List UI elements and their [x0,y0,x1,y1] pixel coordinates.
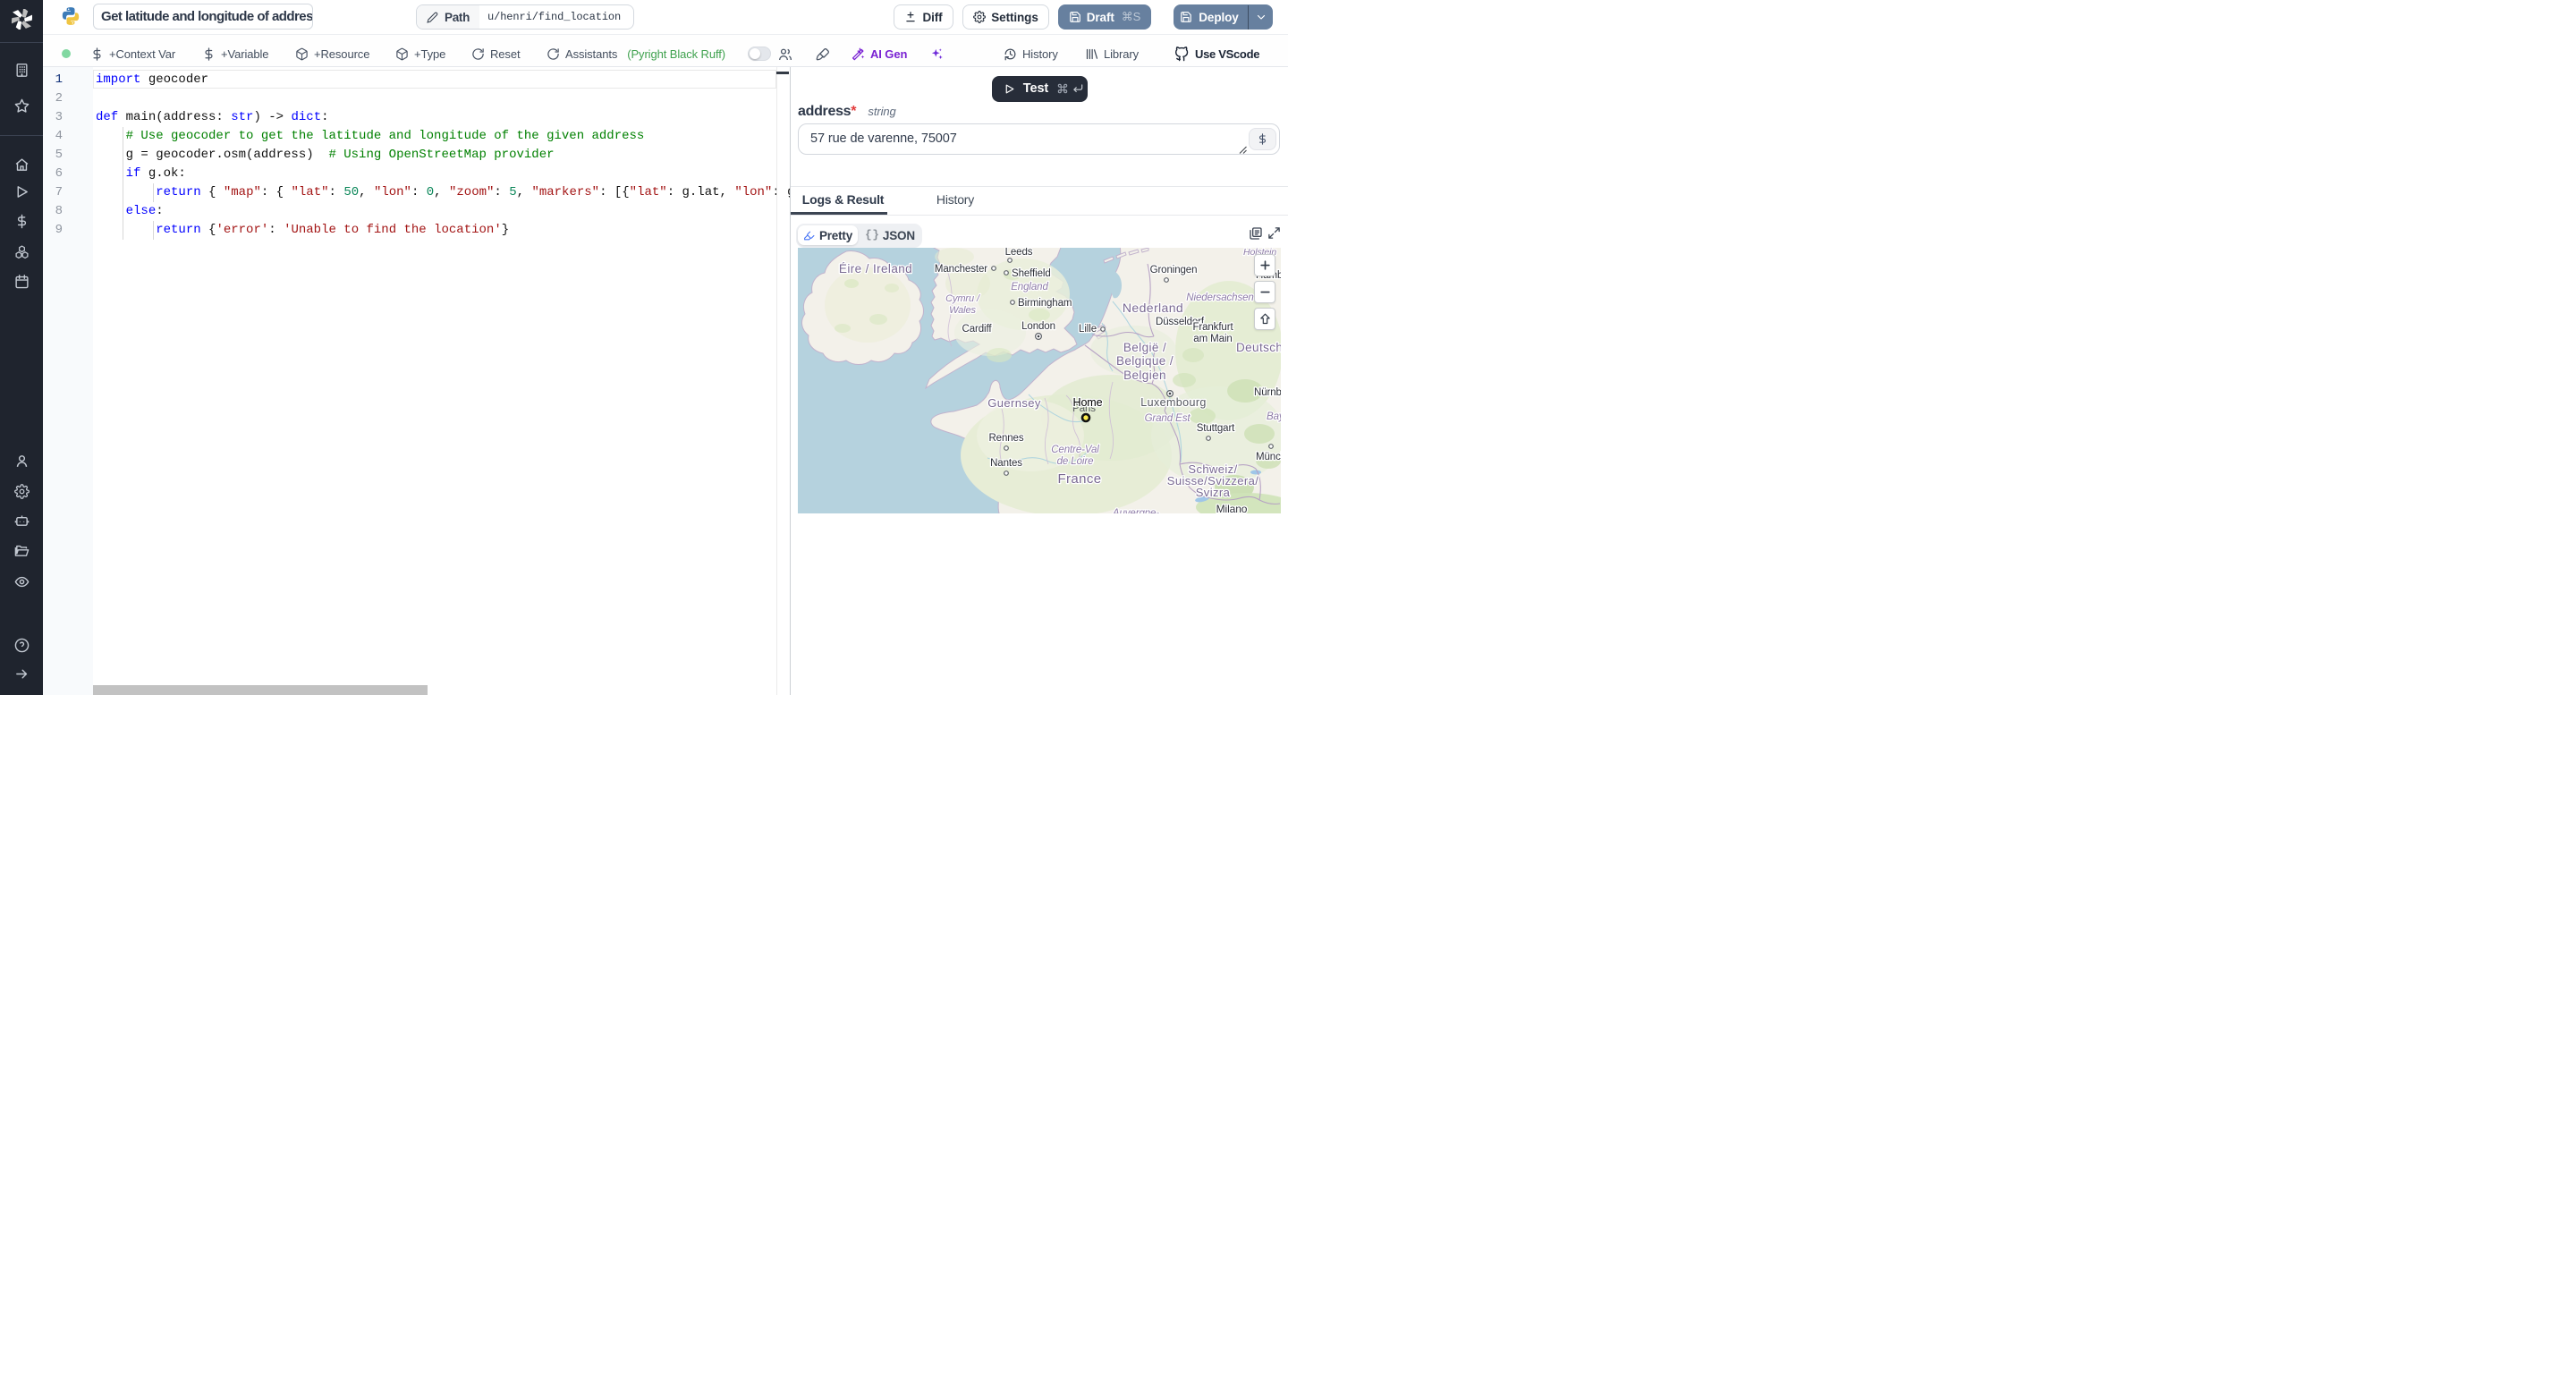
svg-text:Grand Est: Grand Est [1145,413,1191,424]
svg-text:London: London [1021,321,1055,332]
svg-text:België /: België / [1123,341,1166,354]
svg-text:England: England [1011,282,1048,292]
svg-text:Milano: Milano [1216,503,1248,513]
svg-text:München: München [1256,452,1281,462]
svg-text:Cardiff: Cardiff [962,324,993,335]
svg-text:Niedersachsen: Niedersachsen [1186,292,1253,303]
svg-text:Groningen: Groningen [1150,265,1198,275]
svg-text:Belgique /: Belgique / [1116,354,1174,368]
svg-text:Home: Home [1073,396,1103,409]
svg-text:Birmingham: Birmingham [1018,298,1072,309]
svg-text:Belgien: Belgien [1123,369,1166,382]
svg-text:Svizra: Svizra [1196,486,1231,499]
svg-text:Nürnberg: Nürnberg [1254,387,1281,398]
svg-text:Rennes: Rennes [988,433,1023,444]
svg-text:Nederland: Nederland [1123,301,1183,315]
svg-text:France: France [1057,471,1101,487]
svg-text:Bayern: Bayern [1267,411,1281,422]
svg-text:Wales: Wales [949,305,976,316]
svg-text:Leeds: Leeds [1005,248,1033,258]
svg-text:Guernsey: Guernsey [987,396,1041,410]
svg-text:Cymru /: Cymru / [945,293,980,304]
svg-text:Luxembourg: Luxembourg [1140,396,1207,409]
svg-text:Centre-Val: Centre-Val [1051,445,1099,455]
svg-text:Frankfurt: Frankfurt [1192,322,1233,333]
svg-text:Nantes: Nantes [990,458,1022,469]
svg-text:Manchester: Manchester [935,264,987,275]
svg-text:Auvergne-: Auvergne- [1112,508,1159,513]
svg-text:Stuttgart: Stuttgart [1197,423,1235,434]
svg-text:Lille: Lille [1079,324,1097,335]
svg-text:Deutschland: Deutschland [1236,341,1281,354]
svg-text:Éire / Ireland: Éire / Ireland [839,262,912,275]
svg-text:de Loire: de Loire [1057,456,1094,467]
svg-text:am Main: am Main [1193,334,1232,344]
svg-text:Sheffield: Sheffield [1012,268,1051,279]
